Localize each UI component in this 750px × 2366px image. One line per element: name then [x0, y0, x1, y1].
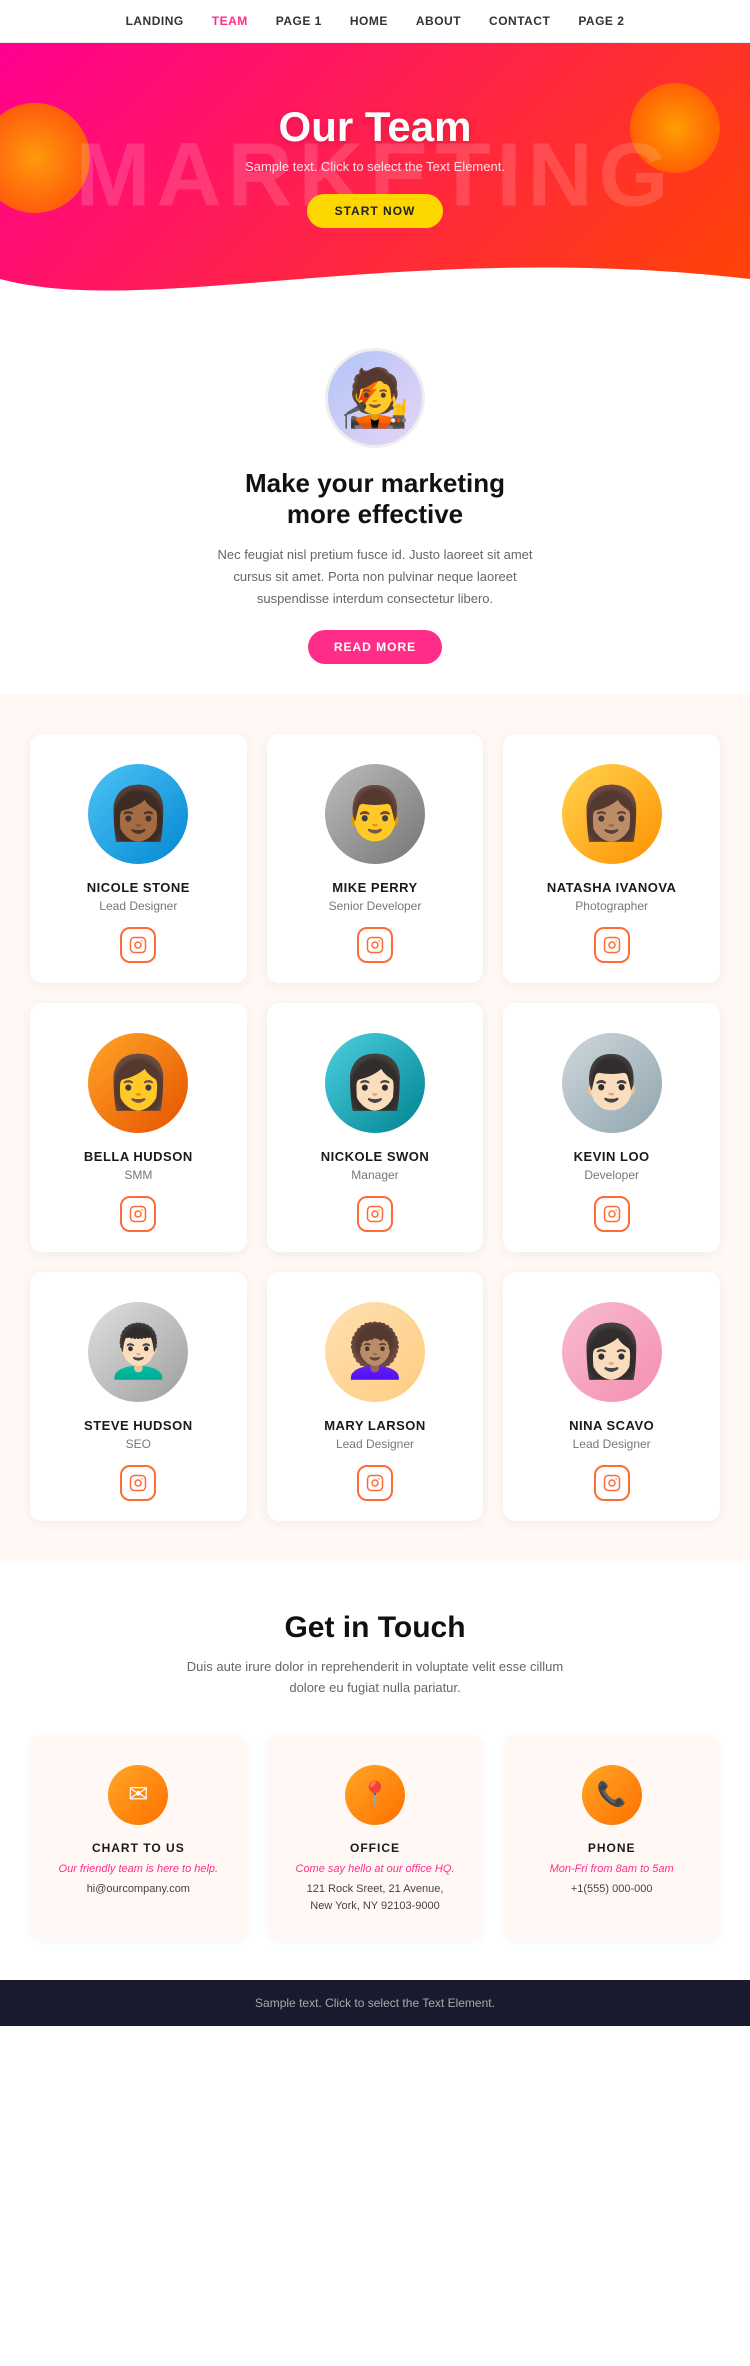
instagram-icon[interactable] [120, 1465, 156, 1501]
team-member-role: SEO [46, 1437, 231, 1451]
team-photo-emoji: 👨🏻‍🦱 [106, 1326, 171, 1378]
contact-heading: Get in Touch [30, 1611, 720, 1645]
avatar-image: 🧑‍🎤 [340, 370, 410, 426]
team-member-name: NINA SCAVO [519, 1418, 704, 1433]
team-member-role: Lead Designer [519, 1437, 704, 1451]
team-card: 👩🏽 NATASHA IVANOVA Photographer [503, 734, 720, 983]
contact-card: 📞 PHONE Mon-Fri from 8am to 5am +1(555) … [503, 1735, 720, 1940]
intro-body: Nec feugiat nisl pretium fusce id. Justo… [215, 544, 535, 610]
team-card: 👨🏻‍🦱 STEVE HUDSON SEO [30, 1272, 247, 1521]
nav-item-landing[interactable]: LANDING [126, 14, 184, 28]
contact-icon: 📞 [582, 1765, 642, 1825]
nav-item-team[interactable]: TEAM [212, 14, 248, 28]
nav-item-about[interactable]: ABOUT [416, 14, 461, 28]
footer: Sample text. Click to select the Text El… [0, 1980, 750, 2026]
team-member-name: NATASHA IVANOVA [519, 880, 704, 895]
contact-icon: 📍 [345, 1765, 405, 1825]
contact-card-label: PHONE [519, 1841, 704, 1855]
team-member-role: Photographer [519, 899, 704, 913]
team-member-name: KEVIN LOO [519, 1149, 704, 1164]
team-card: 👩🏾 NICOLE STONE Lead Designer [30, 734, 247, 983]
team-card: 👩🏽‍🦱 MARY LARSON Lead Designer [267, 1272, 484, 1521]
team-photo-emoji: 👩🏽 [579, 788, 644, 840]
contact-card-label: CHART TO US [46, 1841, 231, 1855]
team-member-name: MARY LARSON [283, 1418, 468, 1433]
contact-card-detail: +1(555) 000-000 [519, 1881, 704, 1899]
team-grid: 👩🏾 NICOLE STONE Lead Designer 👨 MIKE PER… [30, 734, 720, 1521]
team-member-role: Lead Designer [46, 899, 231, 913]
team-member-role: Senior Developer [283, 899, 468, 913]
nav-item-page1[interactable]: PAGE 1 [276, 14, 322, 28]
team-photo-emoji: 👩🏽‍🦱 [343, 1326, 408, 1378]
team-photo: 👩🏽 [562, 764, 662, 864]
team-photo: 👨🏻 [562, 1033, 662, 1133]
team-member-role: Lead Designer [283, 1437, 468, 1451]
contact-card: 📍 OFFICE Come say hello at our office HQ… [267, 1735, 484, 1940]
hero-cta-button[interactable]: START NOW [307, 194, 444, 228]
intro-heading: Make your marketing more effective [80, 468, 670, 530]
team-card: 👩 BELLA HUDSON SMM [30, 1003, 247, 1252]
contact-card-detail: 121 Rock Sreet, 21 Avenue,New York, NY 9… [283, 1881, 468, 1916]
contact-grid: ✉ CHART TO US Our friendly team is here … [30, 1735, 720, 1940]
team-photo: 👩🏻 [562, 1302, 662, 1402]
team-photo: 👩🏽‍🦱 [325, 1302, 425, 1402]
team-photo: 👨🏻‍🦱 [88, 1302, 188, 1402]
contact-card-detail: hi@ourcompany.com [46, 1881, 231, 1899]
navigation: LANDING TEAM PAGE 1 HOME ABOUT CONTACT P… [0, 0, 750, 43]
hero-title: Our Team [279, 103, 472, 151]
intro-section: 🧑‍🎤 Make your marketing more effective N… [0, 308, 750, 694]
team-photo: 👩 [88, 1033, 188, 1133]
team-member-name: STEVE HUDSON [46, 1418, 231, 1433]
nav-item-home[interactable]: HOME [350, 14, 388, 28]
contact-body: Duis aute irure dolor in reprehenderit i… [185, 1657, 565, 1699]
nav-item-page2[interactable]: PAGE 2 [578, 14, 624, 28]
team-photo-emoji: 👩🏻 [579, 1326, 644, 1378]
instagram-icon[interactable] [594, 1196, 630, 1232]
team-member-role: SMM [46, 1168, 231, 1182]
hero-section: MARKETING Our Team Sample text. Click to… [0, 43, 750, 308]
avatar: 🧑‍🎤 [325, 348, 425, 448]
team-photo: 👨 [325, 764, 425, 864]
footer-text: Sample text. Click to select the Text El… [255, 1996, 495, 2010]
instagram-icon[interactable] [120, 1196, 156, 1232]
contact-card-label: OFFICE [283, 1841, 468, 1855]
team-photo-emoji: 👨🏻 [579, 1057, 644, 1109]
team-member-role: Developer [519, 1168, 704, 1182]
instagram-icon[interactable] [357, 927, 393, 963]
team-member-name: MIKE PERRY [283, 880, 468, 895]
contact-card-sub: Come say hello at our office HQ. [283, 1863, 468, 1875]
instagram-icon[interactable] [357, 1465, 393, 1501]
team-member-name: NICOLE STONE [46, 880, 231, 895]
instagram-icon[interactable] [594, 927, 630, 963]
team-photo: 👩🏻 [325, 1033, 425, 1133]
team-member-name: BELLA HUDSON [46, 1149, 231, 1164]
contact-card-sub: Our friendly team is here to help. [46, 1863, 231, 1875]
team-photo-emoji: 👩🏾 [106, 788, 171, 840]
team-member-role: Manager [283, 1168, 468, 1182]
contact-card: ✉ CHART TO US Our friendly team is here … [30, 1735, 247, 1940]
team-photo-emoji: 👨 [343, 788, 408, 840]
read-more-button[interactable]: READ MORE [308, 630, 442, 664]
team-card: 👨 MIKE PERRY Senior Developer [267, 734, 484, 983]
contact-icon: ✉ [108, 1765, 168, 1825]
team-card: 👩🏻 NINA SCAVO Lead Designer [503, 1272, 720, 1521]
team-member-name: NICKOLE SWON [283, 1149, 468, 1164]
instagram-icon[interactable] [357, 1196, 393, 1232]
team-card: 👨🏻 KEVIN LOO Developer [503, 1003, 720, 1252]
instagram-icon[interactable] [120, 927, 156, 963]
hero-blob-right [630, 83, 720, 173]
instagram-icon[interactable] [594, 1465, 630, 1501]
contact-card-sub: Mon-Fri from 8am to 5am [519, 1863, 704, 1875]
nav-item-contact[interactable]: CONTACT [489, 14, 550, 28]
hero-subtitle: Sample text. Click to select the Text El… [245, 159, 505, 174]
team-card: 👩🏻 NICKOLE SWON Manager [267, 1003, 484, 1252]
team-photo: 👩🏾 [88, 764, 188, 864]
contact-section: Get in Touch Duis aute irure dolor in re… [0, 1561, 750, 1980]
team-photo-emoji: 👩🏻 [343, 1057, 408, 1109]
hero-blob-left [0, 103, 90, 213]
team-photo-emoji: 👩 [106, 1057, 171, 1109]
team-section: 👩🏾 NICOLE STONE Lead Designer 👨 MIKE PER… [0, 694, 750, 1561]
